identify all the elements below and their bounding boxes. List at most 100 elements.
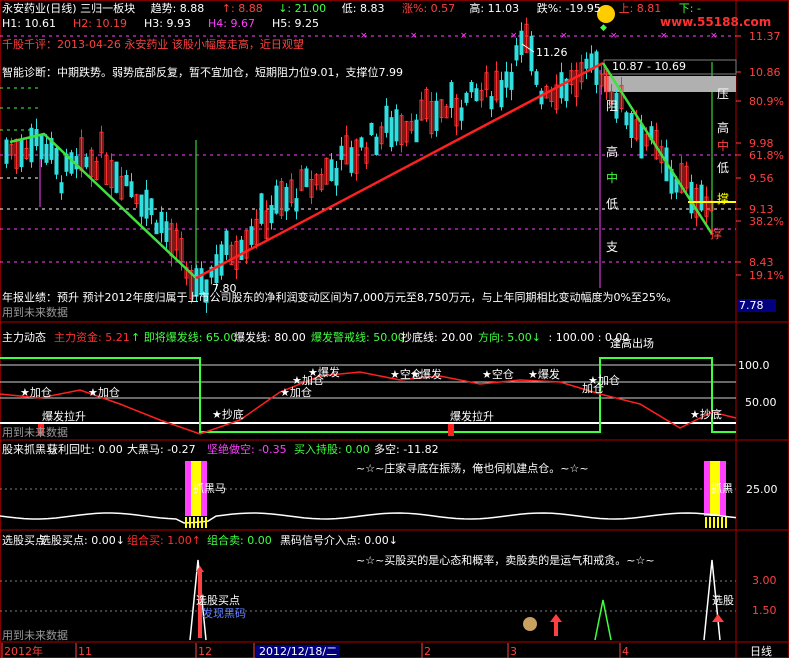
header-field: 跌%: -19.95	[536, 2, 601, 15]
panel4-field: 黑码信号介入点: 0.00↓	[280, 534, 398, 547]
header-field: ↑: 8.88	[221, 2, 263, 15]
panel4-label: 选股买点	[196, 594, 240, 607]
top-marker: ×	[710, 31, 718, 41]
earnings-forecast: 年报业绩：预升 预计2012年度归属于上市公司股东的净利润变动区间为7,000万…	[2, 291, 678, 304]
candle	[124, 174, 129, 187]
price-axis-label: 9.56	[749, 172, 774, 185]
candle	[414, 119, 419, 143]
candle	[54, 148, 59, 175]
candle	[69, 152, 74, 174]
level-char: 低	[606, 197, 619, 211]
panel3-field: 买入持股: 0.00	[294, 443, 370, 456]
panel4-field: 组合买: 1.00↑	[127, 534, 201, 547]
candle	[29, 127, 34, 163]
panel2-signal-label: ★加仓	[88, 386, 120, 399]
candle	[539, 90, 544, 105]
candle	[84, 156, 89, 168]
x-axis-label: 11	[78, 645, 92, 658]
range-label: 10.87 - 10.69	[612, 60, 686, 73]
panel4-bar	[554, 622, 558, 636]
panel2-field: 方向: 5.00↓	[478, 331, 541, 344]
level-char: 撑	[717, 192, 730, 206]
candle	[374, 136, 379, 155]
panel2-signal-label: ★爆发	[528, 368, 560, 381]
candle	[584, 58, 589, 69]
panel2-signal-label: ★抄底	[212, 408, 244, 421]
candle	[164, 221, 169, 242]
candle	[534, 71, 539, 85]
panel4-spike	[594, 599, 612, 641]
candle	[329, 159, 334, 181]
panel2-field: 抄底线: 20.00	[401, 331, 473, 344]
header-field: H5: 9.25	[272, 17, 319, 30]
candle	[519, 30, 524, 55]
panel3-slogan: ~☆~庄家寻底在振荡，俺也伺机建点仓。~☆~	[356, 462, 589, 475]
candle	[449, 82, 454, 108]
candle	[699, 184, 704, 211]
candle	[504, 71, 509, 88]
candle	[529, 35, 534, 72]
panel2-field: 爆发警戒线: 50.00	[311, 331, 405, 344]
level-char: 高	[717, 121, 730, 135]
price-axis-label: 11.37	[749, 30, 781, 43]
candle	[469, 82, 474, 93]
level-char: 中	[717, 139, 730, 153]
panel2-signal-label: ★加仓	[280, 386, 312, 399]
header-field: H3: 9.93	[144, 17, 191, 30]
candle	[514, 45, 519, 61]
panel2-signal-label: ★空仓	[482, 368, 514, 381]
peak-label: 11.26	[536, 46, 568, 59]
top-marker: ×	[560, 31, 568, 41]
panel4-label: 选股	[712, 594, 734, 607]
panel3-label: 抓黑马	[193, 482, 226, 495]
candle	[4, 139, 9, 164]
panel3-label: 抓黑	[711, 482, 733, 495]
candle	[489, 96, 494, 110]
tab-daily[interactable]: 日线	[750, 645, 772, 658]
candle	[224, 230, 229, 256]
level-char: 中	[606, 171, 619, 185]
price-axis-label: 80.9%	[749, 95, 784, 108]
panel3-bar	[704, 461, 710, 516]
top-marker: ×	[460, 31, 468, 41]
panel2-signal-label: 爆发拉升	[450, 410, 494, 423]
level-char: 压	[717, 87, 730, 101]
candle	[39, 135, 44, 160]
level-char: 阻	[606, 99, 619, 113]
level-char: 高	[606, 145, 619, 159]
candle	[269, 205, 274, 224]
price-axis-label: 61.8%	[749, 149, 784, 162]
x-axis-label: 2012年	[4, 645, 43, 658]
price-axis-label: 10.86	[749, 66, 781, 79]
candle	[59, 182, 64, 194]
candle	[434, 100, 439, 131]
candle	[474, 88, 479, 102]
top-marker: ×	[660, 31, 668, 41]
candle	[259, 193, 264, 224]
candle	[369, 122, 374, 136]
candle	[249, 226, 254, 245]
x-axis-label: 2012/12/18/二	[256, 645, 341, 658]
candle	[384, 105, 389, 133]
candle	[499, 80, 504, 108]
candle	[129, 181, 134, 198]
panel2-signal-label: 爆发拉升	[42, 410, 86, 423]
top-marker: ×	[610, 31, 618, 41]
panel2-axis: 100.0	[738, 359, 770, 372]
header-field: 趋势: 8.88	[150, 2, 205, 15]
panel4-label: 发现黑码	[202, 607, 246, 620]
panel3-curve	[0, 512, 737, 524]
trend-down-line	[9, 132, 197, 279]
candle	[219, 244, 224, 276]
candle	[689, 181, 694, 214]
top-marker: ×	[510, 31, 518, 41]
candle	[464, 92, 469, 103]
panel4-field: 组合卖: 0.00	[207, 534, 272, 547]
low-label: 7.80	[212, 282, 237, 295]
x-axis-label: 12	[198, 645, 212, 658]
candle	[239, 239, 244, 260]
panel2-field: 爆发线: 80.00	[234, 331, 306, 344]
header-field: 下: -	[678, 2, 701, 15]
candle	[114, 161, 119, 193]
panel4-arrow	[712, 614, 724, 622]
